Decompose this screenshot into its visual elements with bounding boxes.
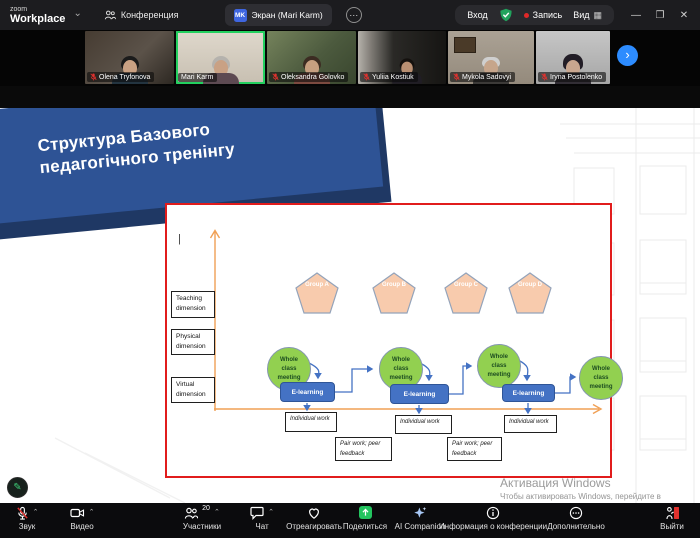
sign-in-button[interactable]: Вход xyxy=(467,10,487,20)
security-shield-icon[interactable] xyxy=(499,8,513,22)
elearning-node: E-learning xyxy=(280,382,335,402)
dimension-label-teaching: Teaching dimension xyxy=(171,291,215,318)
heart-icon xyxy=(307,506,321,520)
name-chip: Olena Tryfonova xyxy=(87,72,154,82)
participants-icon xyxy=(184,506,198,520)
ai-sparkle-icon xyxy=(413,506,427,520)
share-screen-button[interactable]: Поделиться xyxy=(339,506,391,531)
more-ellipsis-icon xyxy=(569,506,583,520)
tab-conference[interactable]: Конференция xyxy=(104,9,179,21)
video-button[interactable]: ⌃ Видео xyxy=(58,506,106,531)
slide-title: Структура Базового педагогічного тренінг… xyxy=(0,108,334,184)
meeting-toolbar: ⌃ Звук ⌃ Видео 20 xyxy=(0,503,700,538)
group-label: Group C xyxy=(451,281,481,289)
participants-count-badge: 20 xyxy=(202,505,210,512)
zoom-workplace-logo: zoom Workplace xyxy=(10,6,65,25)
titlebar-right-cluster: Вход Запись Вид ▦ xyxy=(455,5,614,25)
share-icon xyxy=(359,506,372,519)
brand-workplace: Workplace xyxy=(10,14,65,25)
individual-work-box: Individual work xyxy=(395,415,452,434)
minimize-button[interactable]: — xyxy=(624,10,648,21)
audio-options-caret-icon[interactable]: ⌃ xyxy=(33,508,39,516)
meeting-info-button[interactable]: Информация о конференции xyxy=(443,506,543,531)
tab-conference-label: Конференция xyxy=(121,10,179,20)
group-pentagons xyxy=(296,273,551,313)
next-participants-button[interactable]: › xyxy=(617,45,638,66)
participant-name: Mykola Sadovyi xyxy=(462,74,511,81)
shared-screen-slide: Структура Базового педагогічного тренінг… xyxy=(0,108,700,503)
video-options-caret-icon[interactable]: ⌃ xyxy=(89,508,95,516)
muted-mic-icon xyxy=(90,73,97,81)
info-icon xyxy=(486,506,500,520)
title-bar: zoom Workplace ⌄ Конференция MK Экран (M… xyxy=(0,0,700,30)
whole-class-meeting-node: Whole class meeting xyxy=(579,356,623,400)
elearning-node: E-learning xyxy=(502,384,555,402)
view-label: Вид xyxy=(573,10,589,20)
muted-mic-icon xyxy=(16,506,29,521)
text-cursor: | xyxy=(178,233,181,245)
brand-zoom: zoom xyxy=(10,6,65,13)
chevron-down-icon[interactable]: ⌄ xyxy=(73,8,81,19)
participants-options-caret-icon[interactable]: ⌃ xyxy=(214,508,220,516)
react-button[interactable]: Отреагировать xyxy=(284,506,344,531)
dimension-label-virtual: Virtual dimension xyxy=(171,377,215,403)
name-chip: Mykola Sadovyi xyxy=(450,72,515,82)
pair-work-box: Pair work; peer feedback xyxy=(447,437,502,461)
participant-tile[interactable]: Mykola Sadovyi xyxy=(448,31,534,84)
muted-mic-icon xyxy=(453,73,460,81)
pair-work-box: Pair work; peer feedback xyxy=(335,437,392,461)
camera-icon xyxy=(70,506,85,520)
group-label: Group D xyxy=(515,281,545,289)
participant-tile[interactable]: Olena Tryfonova xyxy=(85,31,174,84)
participant-tile[interactable]: Iryna Postolenko xyxy=(536,31,610,84)
name-chip: Iryna Postolenko xyxy=(538,72,606,82)
group-label: Group A xyxy=(302,281,332,289)
chat-icon xyxy=(250,506,264,520)
name-chip: Oleksandra Golovko xyxy=(269,72,348,82)
window-controls: — ❐ ✕ xyxy=(624,10,696,21)
elearning-node: E-learning xyxy=(390,384,449,404)
name-chip: Yuliia Kostiuk xyxy=(360,72,418,82)
video-filmstrip: Olena Tryfonova Mari Karm Oleksandra Gol… xyxy=(0,30,700,86)
individual-work-box: Individual work xyxy=(504,415,557,433)
chat-button[interactable]: ⌃ Чат xyxy=(240,506,284,531)
participant-tile-active-speaker[interactable]: Mari Karm xyxy=(176,31,265,84)
name-chip: Mari Karm xyxy=(178,73,217,82)
muted-mic-icon xyxy=(272,73,279,81)
tab-options-ellipsis-icon[interactable]: ⋯ xyxy=(346,7,362,23)
tab-screen-label: Экран (Mari Karm) xyxy=(252,10,323,20)
participant-tile[interactable]: Oleksandra Golovko xyxy=(267,31,356,84)
annotate-pencil-button[interactable]: ✎ xyxy=(7,477,28,498)
zoom-meeting-window: zoom Workplace ⌄ Конференция MK Экран (M… xyxy=(0,0,700,538)
recording-label: Запись xyxy=(533,10,563,20)
tab-screen-share[interactable]: MK Экран (Mari Karm) xyxy=(225,4,332,26)
close-button[interactable]: ✕ xyxy=(672,10,696,21)
whole-class-meeting-node: Whole class meeting xyxy=(477,344,521,388)
maximize-button[interactable]: ❐ xyxy=(648,10,672,21)
participant-name: Iryna Postolenko xyxy=(550,74,602,81)
individual-work-box: Individual work xyxy=(285,412,337,432)
chat-options-caret-icon[interactable]: ⌃ xyxy=(268,508,274,516)
participant-name: Mari Karm xyxy=(181,74,213,81)
dimension-label-physical: Physical dimension xyxy=(171,329,215,355)
muted-mic-icon xyxy=(363,73,370,81)
view-button[interactable]: Вид ▦ xyxy=(573,10,602,21)
audio-button[interactable]: ⌃ Звук xyxy=(4,506,50,531)
leave-door-icon xyxy=(665,506,680,520)
more-button[interactable]: Дополнительно xyxy=(543,506,609,531)
participant-name: Olena Tryfonova xyxy=(99,74,150,81)
participant-name: Oleksandra Golovko xyxy=(281,74,344,81)
recording-indicator[interactable]: Запись xyxy=(524,10,563,20)
leave-button[interactable]: Выйти xyxy=(650,506,694,531)
view-grid-icon: ▦ xyxy=(593,10,602,21)
avatar-badge: MK xyxy=(234,9,247,22)
participants-button[interactable]: 20 ⌃ Участники xyxy=(170,506,234,531)
participant-tile[interactable]: Yuliia Kostiuk xyxy=(358,31,446,84)
conference-icon xyxy=(104,9,116,21)
record-dot-icon xyxy=(524,13,529,18)
group-label: Group B xyxy=(379,281,409,289)
participant-name: Yuliia Kostiuk xyxy=(372,74,414,81)
muted-mic-icon xyxy=(541,73,548,81)
diagram-frame: | Teaching dimension Physical dimension … xyxy=(165,203,612,478)
